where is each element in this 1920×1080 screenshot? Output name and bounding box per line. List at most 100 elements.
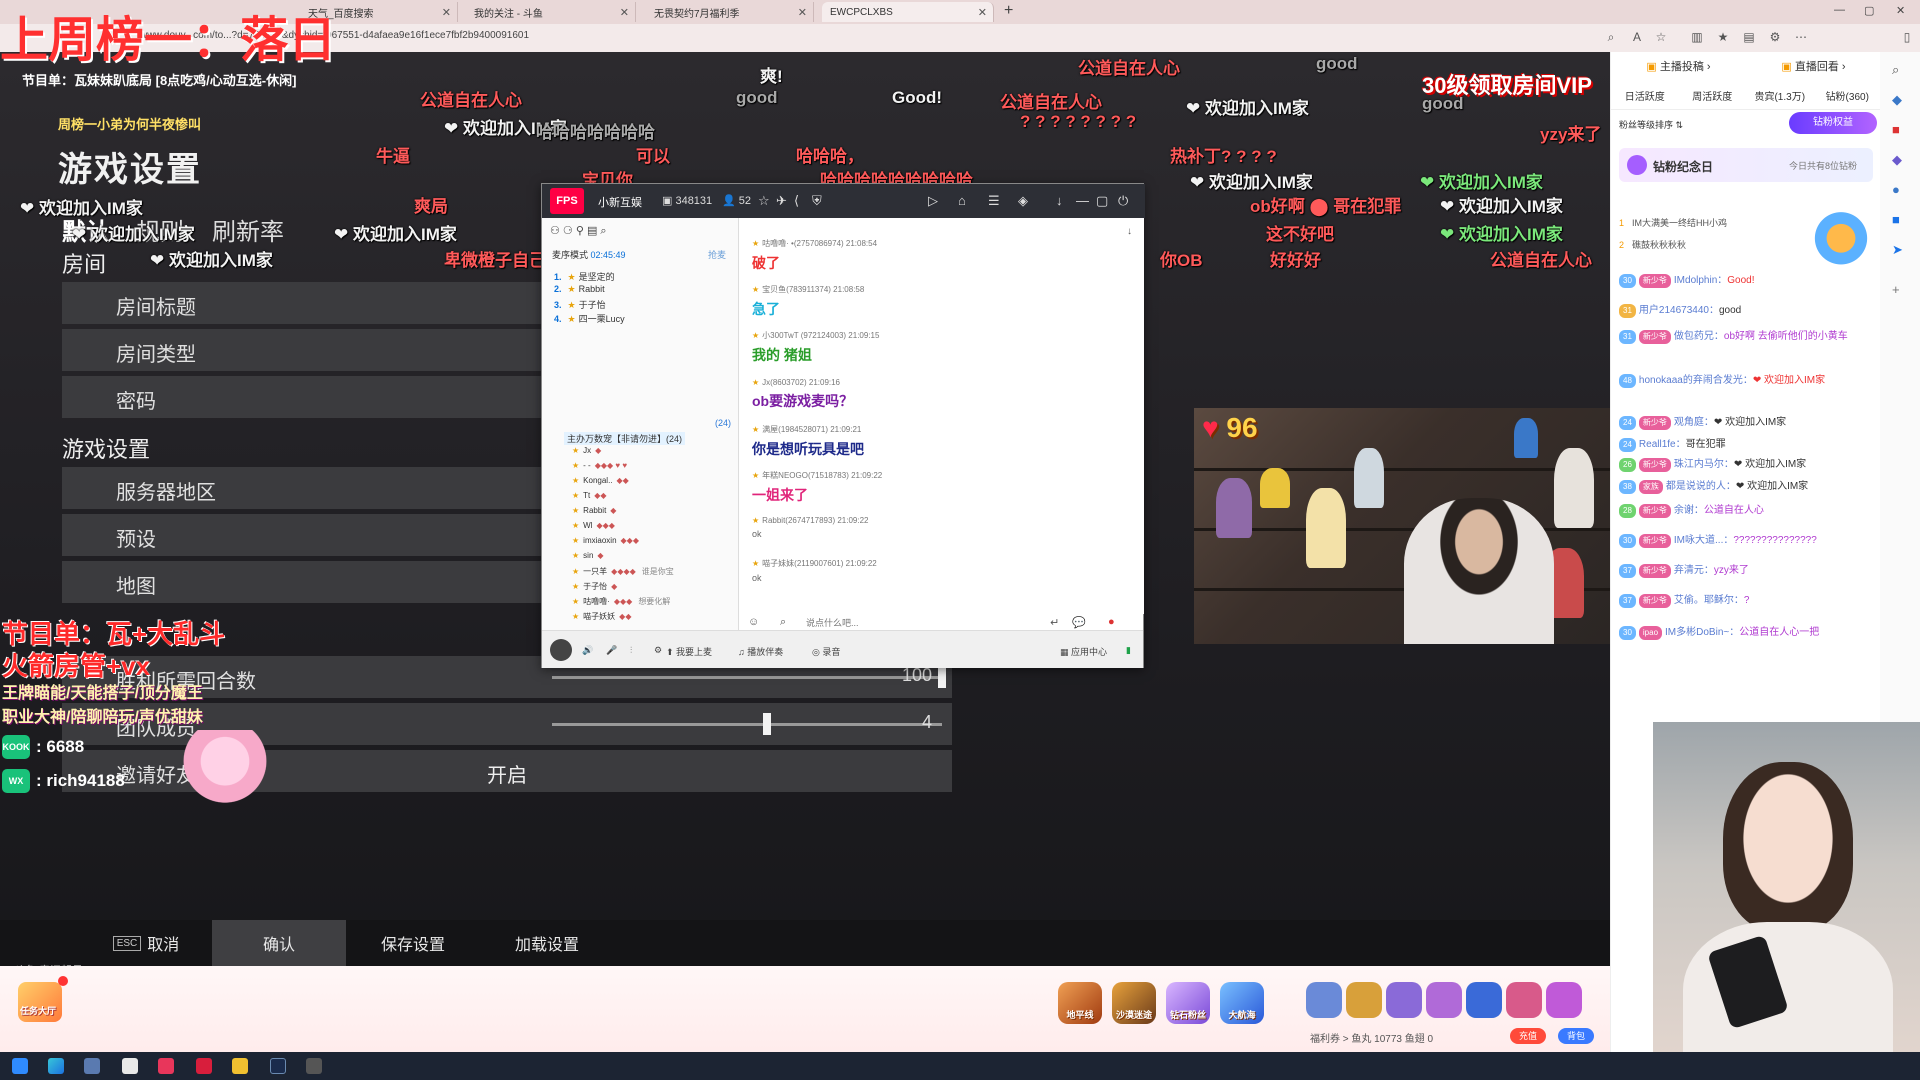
list-icon[interactable]: ☰ bbox=[988, 193, 1000, 209]
voice-chat-window[interactable]: FPS 小新互娱 ▣ 348131 👤 52 ☆ ✈ ⟨ ⛨ ▷ ⌂ ☰ ◈ ↓… bbox=[541, 183, 1145, 668]
avatar[interactable] bbox=[550, 639, 572, 661]
recharge-button[interactable]: 充值 bbox=[1510, 1028, 1546, 1044]
fan-level-sort[interactable]: 粉丝等级排序 ⇅ bbox=[1619, 118, 1683, 131]
games-icon[interactable]: ● bbox=[1892, 182, 1900, 197]
mic-queue-item[interactable]: 4. ★ 四一栗Lucy bbox=[554, 312, 625, 325]
bubble-icon[interactable]: 💬 bbox=[1072, 616, 1086, 629]
member-item[interactable]: ★ 喵子妖妖 ◆◆ bbox=[572, 611, 631, 622]
app-icon[interactable] bbox=[196, 1058, 212, 1074]
minimize-icon[interactable]: — bbox=[1076, 193, 1089, 208]
slider-track[interactable] bbox=[552, 723, 942, 726]
minimize-icon[interactable]: — bbox=[1834, 4, 1845, 16]
slider-track[interactable] bbox=[552, 676, 942, 679]
read-aloud-icon[interactable]: A bbox=[1630, 30, 1644, 44]
app-icon[interactable] bbox=[84, 1058, 100, 1074]
chat-messages[interactable]: ★ 咕噜噜· •(2757086974) 21:08:54 破了 ★ 宝贝鱼(7839… bbox=[740, 218, 1144, 614]
record-button[interactable]: ◎ 录音 bbox=[812, 645, 840, 658]
username[interactable]: IM咏大道...： bbox=[1674, 535, 1733, 546]
game-tab-refresh-rate[interactable]: 刷新率 bbox=[212, 212, 284, 247]
member-item[interactable]: ★ 一只羊 ◆◆◆◆ 谁是你宝 bbox=[572, 566, 674, 577]
app-icon[interactable] bbox=[232, 1058, 248, 1074]
start-icon[interactable] bbox=[12, 1058, 28, 1074]
equalizer-icon[interactable]: ⫶ bbox=[630, 645, 632, 656]
star-icon[interactable]: ☆ bbox=[758, 193, 770, 209]
maximize-icon[interactable]: ▢ bbox=[1864, 4, 1874, 17]
app-icon[interactable] bbox=[158, 1058, 174, 1074]
member-item[interactable]: ★ imxiaoxin ◆◆◆ bbox=[572, 536, 639, 545]
favorite-icon[interactable]: ☆ bbox=[1654, 30, 1668, 44]
user-icon[interactable]: ⚇ ⚆ ⚲ ▤ ⌕ bbox=[550, 224, 607, 238]
settings-icon[interactable]: ⚙ bbox=[654, 645, 662, 656]
zoom-icon[interactable]: ⌕ bbox=[1604, 30, 1618, 44]
extensions-icon[interactable]: ⚙ bbox=[1768, 30, 1782, 44]
member-item[interactable]: ★ 于子怡 ◆ bbox=[572, 581, 617, 592]
scroll-down-icon[interactable]: ↓ bbox=[1127, 226, 1132, 237]
favorites-icon[interactable]: ★ bbox=[1716, 30, 1730, 44]
maximize-icon[interactable]: ▢ bbox=[1096, 193, 1108, 209]
confirm-button[interactable]: 确认 bbox=[212, 920, 346, 966]
mic-icon[interactable]: 🎤 bbox=[606, 645, 617, 656]
member-item[interactable]: ★ 咕噜噜· ◆◆◆ 想要化解 bbox=[572, 596, 670, 607]
home-icon[interactable]: ⌂ bbox=[958, 193, 966, 208]
username[interactable]: 弃清元： bbox=[1674, 565, 1714, 576]
mic-queue-item[interactable]: 3. ★ 于子怡 bbox=[554, 298, 606, 311]
app-icon[interactable] bbox=[306, 1058, 322, 1074]
browser-tab[interactable]: 我的关注 - 斗鱼 ✕ bbox=[466, 2, 636, 22]
username[interactable]: IMdolphin： bbox=[1674, 275, 1727, 286]
more-icon[interactable]: ⋯ bbox=[1794, 30, 1808, 44]
edge-icon[interactable] bbox=[48, 1058, 64, 1074]
power-icon[interactable]: ⏻ bbox=[1118, 193, 1128, 209]
username[interactable]: honokaaa的弃闹合发光： bbox=[1639, 375, 1753, 386]
replay-link[interactable]: ▣ 直播回看 › bbox=[1746, 52, 1880, 82]
close-icon[interactable]: ✕ bbox=[442, 6, 451, 19]
send-icon[interactable]: ➤ bbox=[1892, 242, 1903, 258]
username[interactable]: 余谢： bbox=[1674, 505, 1704, 516]
gift-item[interactable] bbox=[1346, 982, 1382, 1018]
slider-knob[interactable] bbox=[938, 666, 946, 688]
tab-weekly-active[interactable]: 周活跃度 bbox=[1679, 86, 1747, 109]
collections-icon[interactable]: ▤ bbox=[1742, 30, 1756, 44]
copilot-icon[interactable]: ◆ bbox=[1892, 92, 1902, 108]
username[interactable]: 珠江内马尔： bbox=[1674, 459, 1734, 470]
streamer-submission-link[interactable]: ▣ 主播投稿 › bbox=[1611, 52, 1746, 82]
diamond-anniversary[interactable]: 钻粉纪念日 今日共有8位钻粉 bbox=[1619, 148, 1873, 182]
sidebar-toggle-icon[interactable]: ▯ bbox=[1900, 30, 1914, 44]
mic-on-button[interactable]: ⬆ 我要上麦 bbox=[666, 645, 712, 658]
tab-guests[interactable]: 贵宾(1.3万) bbox=[1746, 86, 1814, 109]
member-item[interactable]: ★ Tt ◆◆ bbox=[572, 491, 607, 500]
member-item[interactable]: ★ Jx ◆ bbox=[572, 446, 601, 455]
split-screen-icon[interactable]: ▥ bbox=[1690, 30, 1704, 44]
add-icon[interactable]: + bbox=[1892, 282, 1900, 297]
tools-icon[interactable]: ◆ bbox=[1892, 152, 1902, 168]
search-icon[interactable]: ⌕ bbox=[1892, 62, 1899, 78]
mic-record-icon[interactable]: ● bbox=[1108, 616, 1115, 628]
mic-queue-item[interactable]: 2. ★ Rabbit bbox=[554, 284, 605, 295]
gift-item[interactable] bbox=[1466, 982, 1502, 1018]
username[interactable]: IM多彬DoBin~： bbox=[1665, 627, 1739, 638]
gift-item[interactable] bbox=[1546, 982, 1582, 1018]
gift-item[interactable] bbox=[1426, 982, 1462, 1018]
username[interactable]: 艾偷。耶稣尔： bbox=[1674, 595, 1744, 606]
member-item[interactable]: ★ - - ◆◆◆ ♥ ♥ bbox=[572, 461, 627, 470]
gift-item[interactable] bbox=[1386, 982, 1422, 1018]
new-tab-icon[interactable]: + bbox=[1004, 2, 1013, 20]
close-icon[interactable]: ✕ bbox=[978, 6, 987, 19]
channel-root[interactable]: 主办万数宠【非请勿进】(24) bbox=[564, 432, 686, 445]
grab-mic-link[interactable]: 抢麦 bbox=[708, 248, 726, 261]
close-window-icon[interactable]: ✕ bbox=[1896, 4, 1905, 17]
download-icon[interactable]: ↓ bbox=[1056, 193, 1063, 208]
close-icon[interactable]: ✕ bbox=[798, 6, 807, 19]
cancel-button[interactable]: ESC 取消 bbox=[86, 920, 206, 966]
member-item[interactable]: ★ Kongal.. ◆◆ bbox=[572, 476, 629, 485]
browser-tab[interactable]: 无畏契约7月福利季 ✕ bbox=[646, 2, 814, 22]
username[interactable]: 都是说说的人： bbox=[1666, 481, 1736, 492]
save-settings-button[interactable]: 保存设置 bbox=[346, 920, 480, 966]
app-icon[interactable] bbox=[122, 1058, 138, 1074]
speaker-icon[interactable]: 🔊 bbox=[582, 645, 593, 656]
plane-icon[interactable]: ✈ bbox=[776, 193, 787, 209]
gift-item[interactable] bbox=[1306, 982, 1342, 1018]
share-icon[interactable]: ⟨ bbox=[794, 193, 799, 209]
tab-daily-active[interactable]: 日活跃度 bbox=[1611, 86, 1679, 109]
gamepad-icon[interactable]: ◈ bbox=[1018, 193, 1028, 209]
close-icon[interactable]: ✕ bbox=[620, 6, 629, 19]
